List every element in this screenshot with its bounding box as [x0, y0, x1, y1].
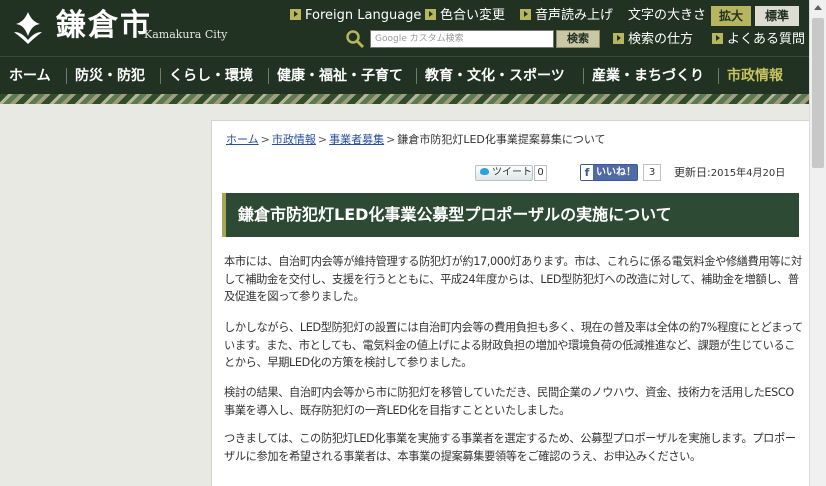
nav-divider [583, 68, 584, 84]
vertical-scrollbar[interactable] [809, 0, 826, 486]
font-large-button[interactable]: 拡大 [711, 6, 751, 26]
breadcrumb-home-link[interactable]: ホーム [226, 133, 259, 146]
scrollbar-thumb[interactable] [812, 18, 824, 168]
nav-item-living-environment[interactable]: くらし・環境 [169, 57, 253, 95]
updated-date: 更新日:2015年4月20日 [674, 166, 786, 179]
facebook-like-button[interactable]: f いいね！ [580, 164, 638, 181]
site-logo-text[interactable]: 鎌倉市 [56, 6, 152, 46]
arrow-right-icon [520, 9, 531, 20]
arrow-right-icon [712, 33, 723, 44]
tweet-count: 0 [534, 165, 547, 181]
facebook-icon: f [581, 165, 593, 180]
breadcrumb-separator: > [317, 133, 328, 146]
article-paragraph: 本市には、自治町内会等が維持管理する防犯灯が約17,000灯あります。市は、これ… [224, 255, 802, 303]
tweet-button[interactable]: ツイート [475, 165, 533, 181]
faq-link[interactable]: よくある質問 [712, 30, 805, 50]
font-size-label: 文字の大きさ [628, 8, 707, 23]
nav-divider [718, 68, 719, 84]
search-button[interactable]: 検索 [556, 30, 600, 48]
color-change-link[interactable]: 色合い変更 [425, 6, 505, 26]
font-standard-button[interactable]: 標準 [755, 6, 799, 26]
nav-item-education-culture[interactable]: 教育・文化・スポーツ [425, 57, 565, 95]
breadcrumb-city-info-link[interactable]: 市政情報 [272, 133, 316, 146]
arrow-right-icon [290, 9, 301, 20]
like-count: 3 [643, 164, 661, 181]
page-title-bar: 鎌倉市防犯灯LED化事業公募型プロポーザルの実施について [222, 193, 799, 237]
nav-divider [160, 68, 161, 84]
nav-divider [416, 68, 417, 84]
search-help-link[interactable]: 検索の仕方 [613, 30, 693, 50]
nav-divider [268, 68, 269, 84]
article-paragraph: つきましては、この防犯灯LED化事業を実施する事業者を選定するため、公募型プロポ… [224, 432, 796, 463]
article-paragraph: しかしながら、LED型防犯灯の設置には自治町内会等の費用負担も多く、現在の普及率… [224, 321, 803, 369]
nav-divider [66, 68, 67, 84]
site-header: 鎌倉市 Kamakura City Foreign Language 色合い変更… [0, 0, 826, 56]
breadcrumb-separator: > [260, 133, 270, 146]
content-card: ホーム > 市政情報 > 事業者募集 > 鎌倉市防犯灯LED化事業提案募集について ツイート… [211, 120, 813, 486]
search-icon [346, 30, 365, 49]
city-emblem-icon[interactable] [10, 10, 46, 46]
search-input[interactable] [370, 30, 554, 48]
decorative-band [0, 94, 826, 104]
breadcrumb-business-recruit-link[interactable]: 事業者募集 [329, 133, 384, 146]
voice-reading-link[interactable]: 音声読み上げ [520, 6, 613, 26]
arrow-right-icon [613, 33, 624, 44]
scroll-up-arrow-icon[interactable] [810, 0, 826, 16]
arrow-right-icon [425, 9, 436, 20]
page-title: 鎌倉市防犯灯LED化事業公募型プロポーザルの実施について [238, 205, 672, 224]
nav-item-home[interactable]: ホーム [9, 57, 51, 95]
breadcrumb-current: 鎌倉市防犯灯LED化事業提案募集について [397, 133, 606, 146]
twitter-bird-icon [480, 168, 489, 175]
site-logo-subtitle: Kamakura City [144, 28, 228, 41]
breadcrumb-separator: > [386, 133, 396, 146]
nav-item-health-welfare[interactable]: 健康・福祉・子育て [277, 57, 403, 95]
article-paragraph: 検討の結果、自治町内会等から市に防犯灯を移管していただき、民間企業のノウハウ、資… [224, 386, 794, 417]
nav-item-disaster-prevention[interactable]: 防災・防犯 [75, 57, 145, 95]
global-navigation: ホーム 防災・防犯 くらし・環境 健康・福祉・子育て 教育・文化・スポーツ 産業… [0, 56, 826, 94]
breadcrumb: ホーム > 市政情報 > 事業者募集 > 鎌倉市防犯灯LED化事業提案募集について [226, 133, 606, 147]
nav-item-industry-town[interactable]: 産業・まちづくり [592, 57, 704, 95]
nav-item-city-info[interactable]: 市政情報 [727, 57, 783, 95]
foreign-language-link[interactable]: Foreign Language [290, 6, 421, 26]
